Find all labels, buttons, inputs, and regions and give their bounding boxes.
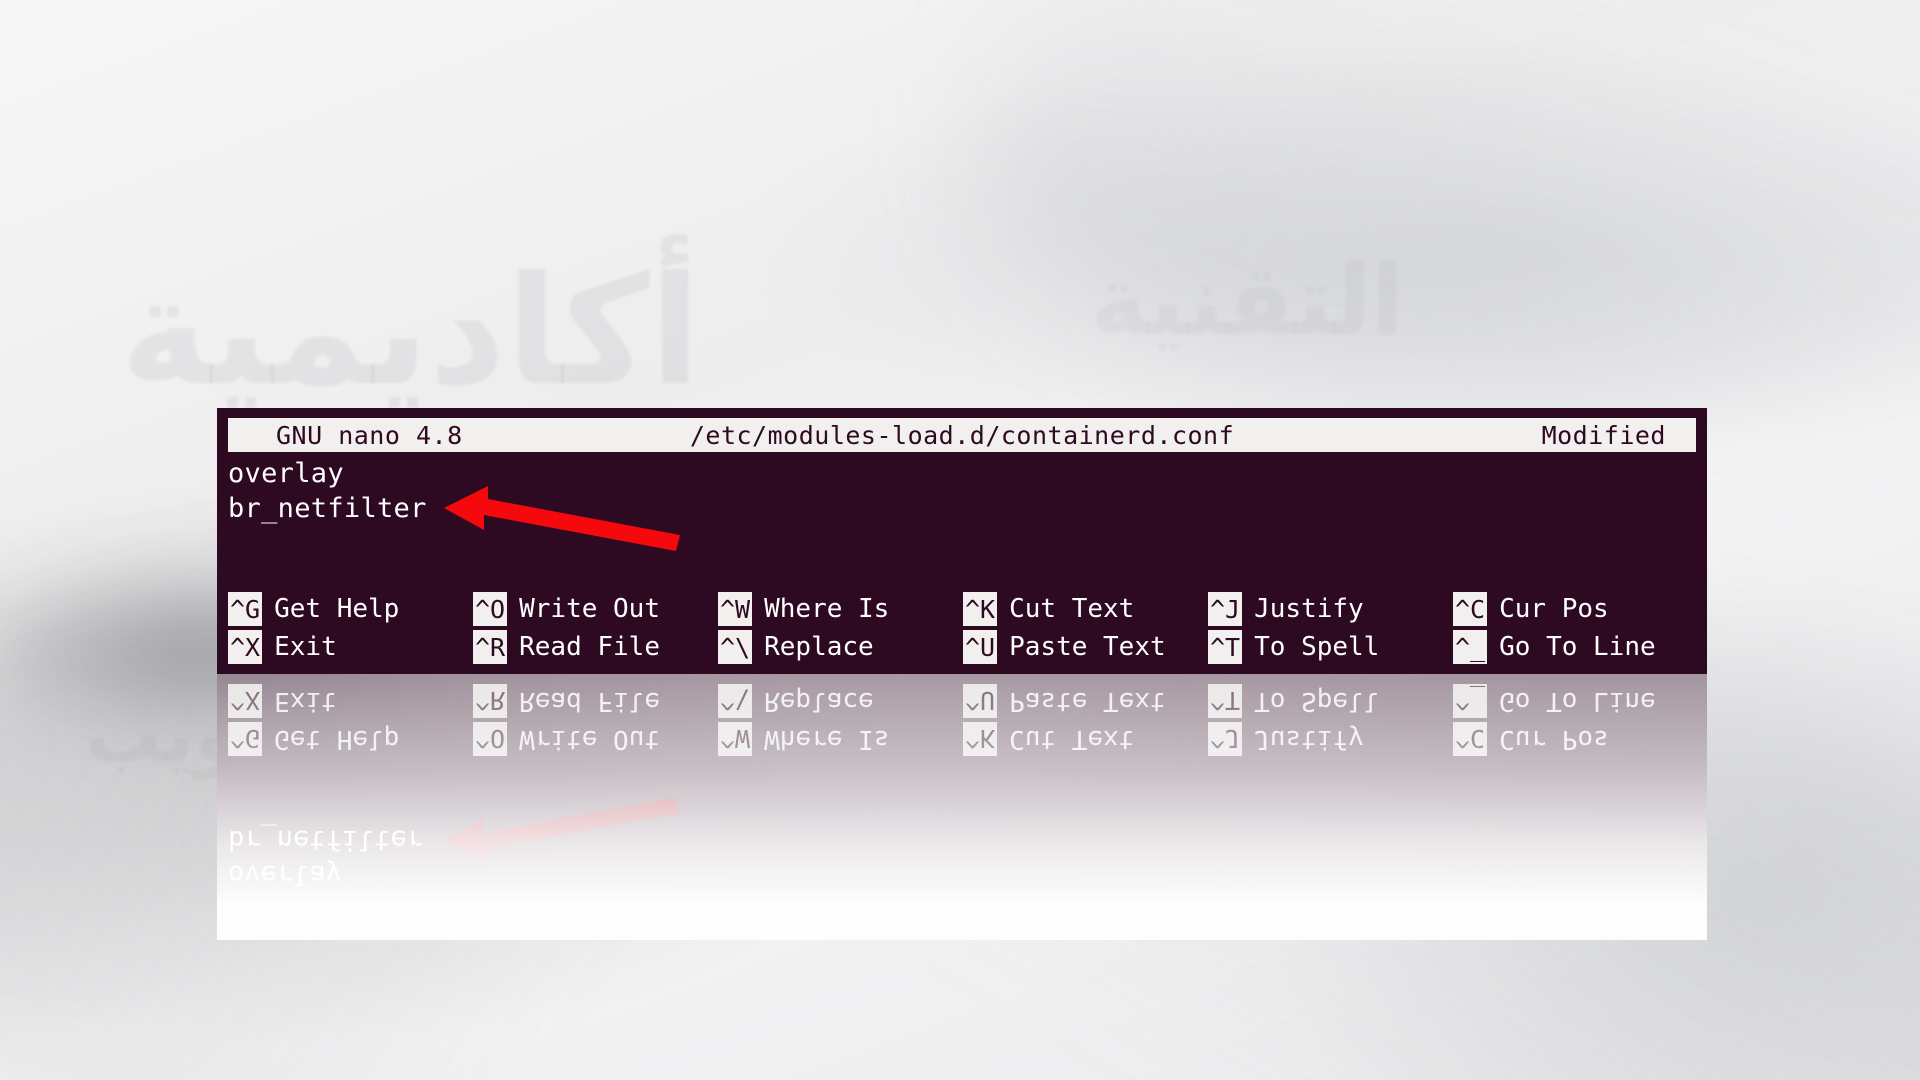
shortcut-label-to-spell: To Spell: [1254, 632, 1380, 662]
shortcut-key-ctrl-t[interactable]: ^T: [1208, 630, 1243, 664]
shortcut-label-cut-text: Cut Text: [1009, 594, 1135, 624]
shortcut-key-ctrl-w[interactable]: ^W: [718, 592, 753, 626]
editor-line-overlay[interactable]: overlay: [228, 456, 1698, 491]
shortcut-key-ctrl-c[interactable]: ^C: [1453, 592, 1488, 626]
shortcut-label-read-file: Read File: [519, 632, 660, 662]
shortcut-write-out[interactable]: ^O Write Out: [473, 592, 718, 626]
shortcut-key-ctrl-j[interactable]: ^J: [1208, 592, 1243, 626]
shortcut-key-ctrl-g[interactable]: ^G: [228, 592, 263, 626]
shortcut-label-write-out: Write Out: [519, 594, 660, 624]
nano-terminal-window[interactable]: GNU nano 4.8 /etc/modules-load.d/contain…: [217, 408, 1707, 674]
shortcut-key-ctrl-k[interactable]: ^K: [963, 592, 998, 626]
shortcut-cur-pos[interactable]: ^C Cur Pos: [1453, 592, 1698, 626]
nano-file-path: /etc/modules-load.d/containerd.conf: [689, 420, 1235, 450]
shortcut-label-paste-text: Paste Text: [1009, 632, 1166, 662]
shortcut-exit[interactable]: ^X Exit: [228, 630, 473, 664]
shortcut-label-get-help: Get Help: [274, 594, 400, 624]
screenshot-stage: أكاديمية التقنية ويب overlay br_netfilte…: [0, 0, 1920, 1080]
editor-line-br-netfilter[interactable]: br_netfilter: [228, 491, 1698, 526]
nano-title-bar: GNU nano 4.8 /etc/modules-load.d/contain…: [228, 418, 1696, 452]
shortcut-justify[interactable]: ^J Justify: [1208, 592, 1453, 626]
shortcut-label-cur-pos: Cur Pos: [1499, 594, 1609, 624]
shortcut-label-where-is: Where Is: [764, 594, 890, 624]
nano-shortcut-bar: ^G Get Help ^O Write Out ^W Where Is ^K …: [228, 590, 1698, 666]
shortcut-get-help[interactable]: ^G Get Help: [228, 592, 473, 626]
shortcut-cut-text[interactable]: ^K Cut Text: [963, 592, 1208, 626]
shortcut-label-go-to-line: Go To Line: [1499, 632, 1656, 662]
shortcut-read-file[interactable]: ^R Read File: [473, 630, 718, 664]
shortcut-where-is[interactable]: ^W Where Is: [718, 592, 963, 626]
shortcut-key-ctrl-x[interactable]: ^X: [228, 630, 263, 664]
shortcut-label-replace: Replace: [764, 632, 874, 662]
shortcut-row-1: ^G Get Help ^O Write Out ^W Where Is ^K …: [228, 590, 1698, 628]
shortcut-key-ctrl-backslash[interactable]: ^\: [718, 630, 753, 664]
shortcut-replace[interactable]: ^\ Replace: [718, 630, 963, 664]
shortcut-key-ctrl-r[interactable]: ^R: [473, 630, 508, 664]
shortcut-label-justify: Justify: [1254, 594, 1364, 624]
shortcut-go-to-line[interactable]: ^_ Go To Line: [1453, 630, 1698, 664]
shortcut-key-ctrl-u[interactable]: ^U: [963, 630, 998, 664]
nano-modified-flag: Modified: [1541, 420, 1666, 450]
shortcut-paste-text[interactable]: ^U Paste Text: [963, 630, 1208, 664]
shortcut-label-exit: Exit: [274, 632, 337, 662]
shortcut-to-spell[interactable]: ^T To Spell: [1208, 630, 1453, 664]
shortcut-key-ctrl-underscore[interactable]: ^_: [1453, 630, 1488, 664]
shortcut-row-2: ^X Exit ^R Read File ^\ Replace ^U Paste…: [228, 628, 1698, 666]
nano-editor-area[interactable]: overlay br_netfilter: [228, 456, 1698, 526]
nano-version-label: GNU nano 4.8: [276, 420, 463, 450]
shortcut-key-ctrl-o[interactable]: ^O: [473, 592, 508, 626]
